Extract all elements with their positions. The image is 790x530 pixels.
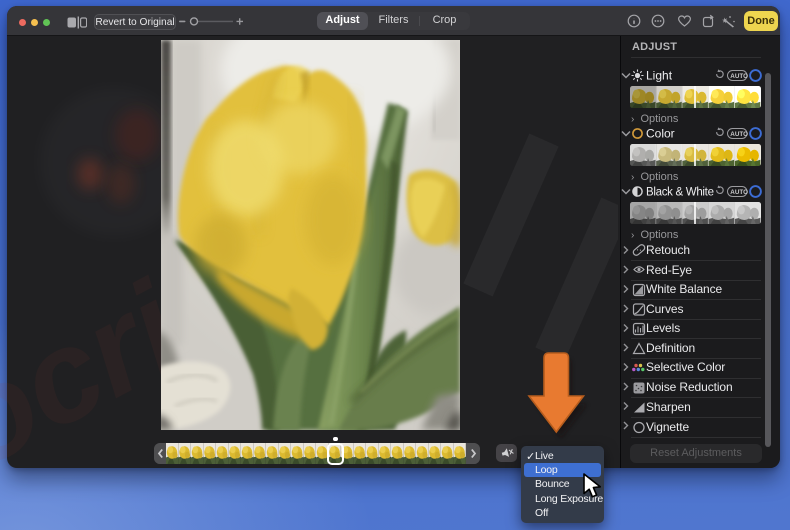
svg-text:AUTO: AUTO	[730, 189, 748, 196]
svg-text:AUTO: AUTO	[730, 73, 748, 80]
svg-text:Color: Color	[646, 127, 675, 141]
svg-text:Light: Light	[646, 69, 673, 83]
svg-text:AUTO: AUTO	[730, 131, 748, 138]
svg-text:Black & White: Black & White	[646, 187, 714, 199]
